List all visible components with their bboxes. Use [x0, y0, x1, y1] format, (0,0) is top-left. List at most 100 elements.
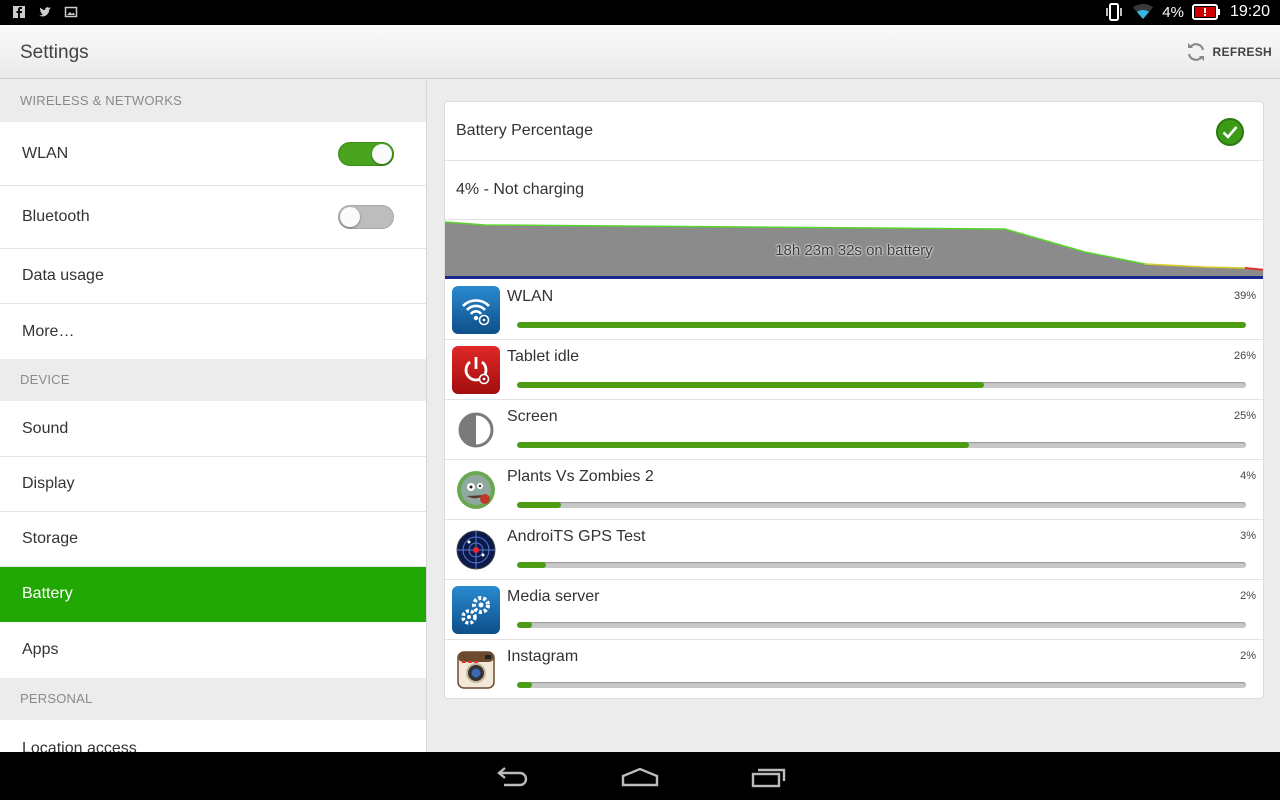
usage-row-plants-vs-zombies[interactable]: Plants Vs Zombies 2 4% — [445, 460, 1263, 520]
usage-bar-fill — [517, 322, 1246, 328]
usage-bar-fill — [517, 502, 561, 508]
gallery-icon — [64, 6, 78, 18]
usage-bar-fill — [517, 382, 984, 388]
usage-percent: 39% — [1233, 290, 1256, 302]
toggle-knob — [372, 143, 392, 164]
usage-bar — [517, 322, 1246, 328]
recent-apps-button[interactable] — [748, 764, 788, 790]
usage-percent: 26% — [1233, 350, 1256, 362]
sidebar-item-location-access[interactable]: Location access — [0, 720, 426, 752]
usage-app-name: Instagram — [507, 648, 579, 665]
usage-bar-fill — [517, 622, 532, 628]
instagram-icon — [452, 646, 500, 694]
action-bar: Settings REFRESH — [0, 25, 1280, 79]
battery-history-graph[interactable]: 18h 23m 32s on battery — [445, 220, 1263, 280]
screen-brightness-icon — [452, 406, 500, 454]
navigation-bar — [0, 752, 1280, 800]
battery-status: 4% - Not charging — [456, 181, 585, 198]
section-header-wireless: WIRELESS & NETWORKS — [0, 80, 426, 122]
usage-percent: 2% — [1240, 650, 1256, 662]
back-button[interactable] — [492, 764, 532, 790]
wlan-toggle[interactable] — [338, 141, 394, 166]
plants-vs-zombies-icon — [452, 466, 500, 514]
sidebar-item-label: Storage — [22, 530, 79, 547]
usage-bar-fill — [517, 442, 969, 448]
usage-row-wlan[interactable]: WLAN 39% — [445, 280, 1263, 340]
sidebar-item-sound[interactable]: Sound — [0, 401, 426, 457]
usage-row-gps-test[interactable]: AndroiTS GPS Test 3% — [445, 520, 1263, 580]
bluetooth-toggle[interactable] — [338, 205, 394, 229]
sidebar-item-battery[interactable]: Battery — [0, 567, 426, 622]
toggle-knob — [340, 207, 360, 227]
battery-alert-icon — [1191, 4, 1220, 20]
usage-row-instagram[interactable]: Instagram 2% — [445, 640, 1263, 698]
refresh-label: REFRESH — [1212, 45, 1272, 59]
sidebar-item-apps[interactable]: Apps — [0, 622, 426, 678]
usage-row-tablet-idle[interactable]: Tablet idle 26% — [445, 340, 1263, 400]
sidebar-item-label: More… — [22, 322, 75, 340]
sidebar-item-storage[interactable]: Storage — [0, 512, 426, 567]
battery-usage-list: WLAN 39% Tablet idle 26% Screen 25% Plan… — [445, 280, 1263, 698]
checkmark-icon — [1222, 126, 1238, 139]
battery-percentage-label: Battery Percentage — [456, 122, 593, 139]
usage-bar-fill — [517, 562, 547, 568]
usage-percent: 2% — [1240, 590, 1256, 602]
battery-percent: 4% — [1162, 3, 1184, 21]
facebook-icon — [13, 6, 25, 18]
usage-bar — [517, 502, 1246, 508]
usage-bar — [517, 382, 1246, 388]
sidebar-item-more[interactable]: More… — [0, 304, 426, 359]
wlan-icon — [452, 286, 500, 334]
home-button[interactable] — [620, 764, 660, 790]
battery-panel: Battery Percentage 4% - Not charging 18h… — [444, 101, 1264, 699]
usage-percent: 4% — [1240, 470, 1256, 482]
battery-status-row: 4% - Not charging — [445, 161, 1263, 220]
wifi-icon — [1133, 4, 1154, 19]
section-header-device: DEVICE — [0, 359, 426, 401]
gps-radar-icon — [452, 526, 500, 574]
usage-bar — [517, 682, 1246, 688]
sidebar-item-label: Battery — [22, 585, 73, 602]
home-icon — [621, 767, 659, 787]
usage-app-name: Plants Vs Zombies 2 — [507, 468, 654, 485]
sidebar-item-label: Location access — [22, 740, 137, 752]
sidebar-item-label: Display — [22, 475, 75, 492]
recent-apps-icon — [751, 768, 786, 788]
usage-bar-fill — [517, 682, 532, 688]
sidebar-item-display[interactable]: Display — [0, 457, 426, 512]
sidebar-item-data-usage[interactable]: Data usage — [0, 249, 426, 304]
back-icon — [497, 767, 528, 787]
page-title: Settings — [20, 42, 89, 63]
usage-percent: 25% — [1233, 410, 1256, 422]
battery-percentage-row[interactable]: Battery Percentage — [445, 102, 1263, 161]
refresh-icon — [1187, 43, 1204, 61]
refresh-button[interactable]: REFRESH — [1185, 40, 1272, 64]
sidebar-item-wlan[interactable]: WLAN — [0, 122, 426, 186]
usage-bar — [517, 562, 1246, 568]
usage-app-name: WLAN — [507, 288, 554, 305]
usage-app-name: Screen — [507, 408, 558, 425]
graph-duration-label: 18h 23m 32s on battery — [775, 242, 933, 259]
sidebar-item-label: Sound — [22, 419, 69, 437]
usage-percent: 3% — [1240, 530, 1256, 542]
usage-row-screen[interactable]: Screen 25% — [445, 400, 1263, 460]
sidebar-item-label: Apps — [22, 641, 59, 658]
sidebar-item-bluetooth[interactable]: Bluetooth — [0, 186, 426, 249]
usage-app-name: Media server — [507, 588, 600, 605]
usage-bar — [517, 442, 1246, 448]
twitter-icon — [39, 7, 51, 17]
battery-percentage-checkbox[interactable] — [1216, 118, 1244, 146]
usage-app-name: Tablet idle — [507, 348, 580, 365]
clock: 19:20 — [1229, 3, 1270, 20]
status-bar: 4% 19:20 — [0, 0, 1280, 25]
settings-sidebar: WIRELESS & NETWORKS WLAN Bluetooth Data … — [0, 80, 427, 752]
sidebar-item-label: Data usage — [22, 267, 104, 284]
sidebar-item-label: WLAN — [22, 144, 69, 162]
power-icon — [452, 346, 500, 394]
usage-app-name: AndroiTS GPS Test — [507, 528, 646, 545]
vibrate-icon — [1106, 3, 1123, 21]
sidebar-item-label: Bluetooth — [22, 208, 90, 225]
usage-row-media-server[interactable]: Media server 2% — [445, 580, 1263, 640]
section-header-personal: PERSONAL — [0, 678, 426, 720]
usage-bar — [517, 622, 1246, 628]
